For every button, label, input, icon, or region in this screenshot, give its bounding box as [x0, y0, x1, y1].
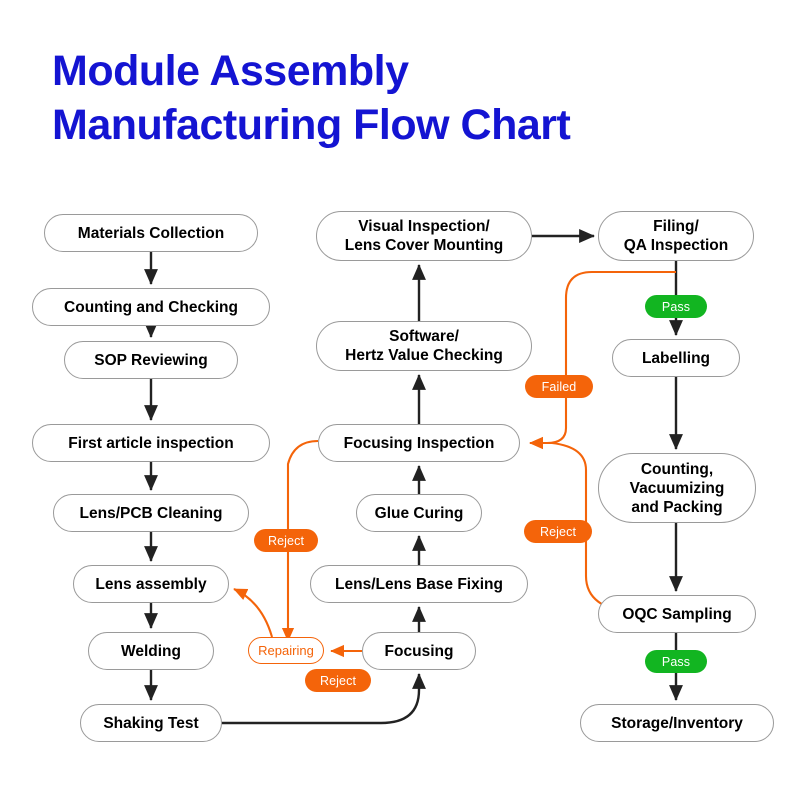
node-filing_qa[interactable]: Filing/ QA Inspection — [598, 211, 754, 261]
badge-failed_filing: Failed — [525, 375, 593, 398]
node-first_article[interactable]: First article inspection — [32, 424, 270, 462]
node-counting_checking[interactable]: Counting and Checking — [32, 288, 270, 326]
node-shaking_test[interactable]: Shaking Test — [80, 704, 222, 742]
node-storage_inventory[interactable]: Storage/Inventory — [580, 704, 774, 742]
node-lens_base_fixing[interactable]: Lens/Lens Base Fixing — [310, 565, 528, 603]
badge-reject_oqc: Reject — [524, 520, 592, 543]
node-focusing[interactable]: Focusing — [362, 632, 476, 670]
node-focusing_inspection[interactable]: Focusing Inspection — [318, 424, 520, 462]
node-welding[interactable]: Welding — [88, 632, 214, 670]
flowchart-canvas: Module Assembly Manufacturing Flow Chart — [0, 0, 800, 800]
badge-pass_oqc: Pass — [645, 650, 707, 673]
node-visual_inspection[interactable]: Visual Inspection/ Lens Cover Mounting — [316, 211, 532, 261]
edge-repairing-to-lens-assembly — [233, 588, 274, 638]
node-software_hertz[interactable]: Software/ Hertz Value Checking — [316, 321, 532, 371]
node-sop_reviewing[interactable]: SOP Reviewing — [64, 341, 238, 379]
node-labelling[interactable]: Labelling — [612, 339, 740, 377]
node-repairing[interactable]: Repairing — [248, 637, 324, 664]
node-materials_collection[interactable]: Materials Collection — [44, 214, 258, 252]
page-title: Module Assembly Manufacturing Flow Chart — [52, 47, 571, 149]
badge-reject_left: Reject — [254, 529, 318, 552]
node-oqc_sampling[interactable]: OQC Sampling — [598, 595, 756, 633]
badge-reject_focus: Reject — [305, 669, 371, 692]
node-lens_assembly[interactable]: Lens assembly — [73, 565, 229, 603]
node-counting_vacuum[interactable]: Counting, Vacuumizing and Packing — [598, 453, 756, 523]
badge-pass_filing: Pass — [645, 295, 707, 318]
node-lens_pcb_cleaning[interactable]: Lens/PCB Cleaning — [53, 494, 249, 532]
node-glue_curing[interactable]: Glue Curing — [356, 494, 482, 532]
